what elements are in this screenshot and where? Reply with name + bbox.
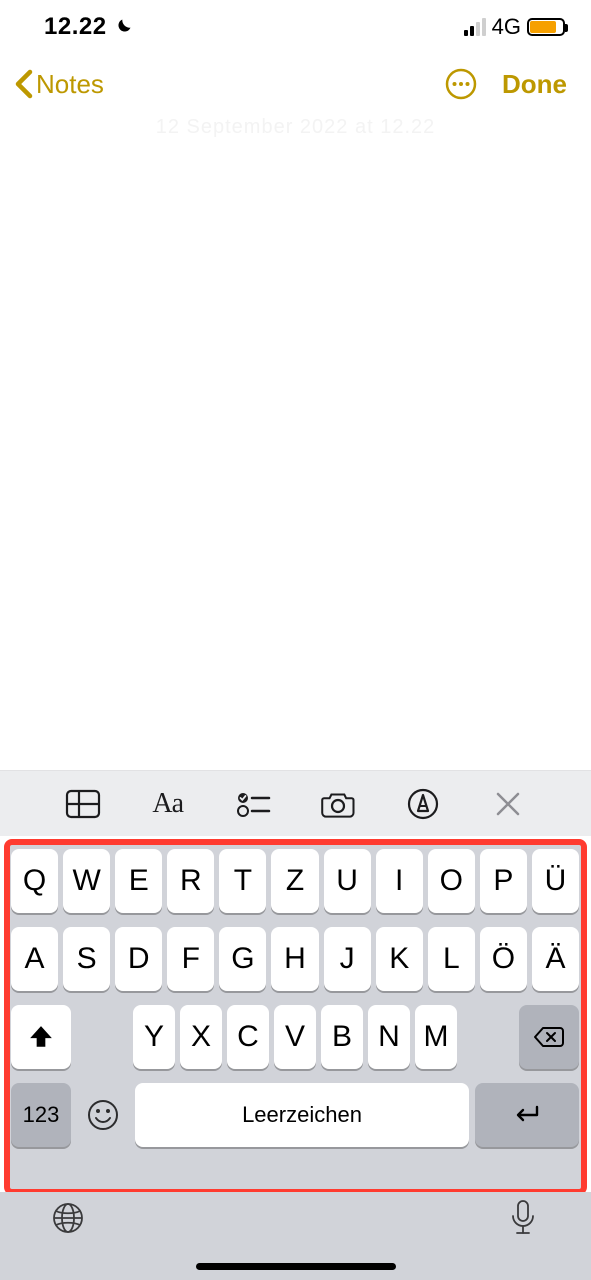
do-not-disturb-icon (113, 17, 133, 37)
status-time-text: 12.22 (44, 13, 107, 41)
markup-button[interactable] (400, 781, 446, 827)
close-icon (494, 790, 522, 818)
table-icon (65, 789, 101, 819)
battery-icon (527, 18, 565, 36)
network-label: 4G (492, 14, 521, 40)
back-button[interactable]: Notes (14, 69, 104, 100)
checklist-button[interactable] (230, 781, 276, 827)
globe-icon (50, 1200, 86, 1236)
status-bar: 12.22 4G (0, 0, 591, 54)
done-button[interactable]: Done (502, 69, 567, 100)
note-editor[interactable] (0, 120, 591, 770)
table-button[interactable] (60, 781, 106, 827)
format-toolbar: Aa (0, 770, 591, 836)
signal-icon (464, 18, 486, 36)
close-toolbar-button[interactable] (485, 781, 531, 827)
microphone-icon (508, 1198, 538, 1238)
camera-button[interactable] (315, 781, 361, 827)
keyboard-highlight-frame (4, 839, 587, 1195)
checklist-icon (235, 789, 271, 819)
globe-key[interactable] (46, 1196, 90, 1240)
chevron-left-icon (14, 69, 34, 99)
back-button-label: Notes (36, 69, 104, 100)
pencil-circle-icon (406, 787, 440, 821)
home-indicator[interactable] (196, 1263, 396, 1270)
text-format-button[interactable]: Aa (145, 781, 191, 827)
ellipsis-circle-icon (444, 67, 478, 101)
navigation-bar: Notes Done (0, 54, 591, 114)
status-right: 4G (464, 14, 565, 40)
camera-icon (319, 789, 357, 819)
dictation-key[interactable] (501, 1196, 545, 1240)
status-time: 12.22 (44, 13, 133, 41)
more-button[interactable] (444, 67, 478, 101)
